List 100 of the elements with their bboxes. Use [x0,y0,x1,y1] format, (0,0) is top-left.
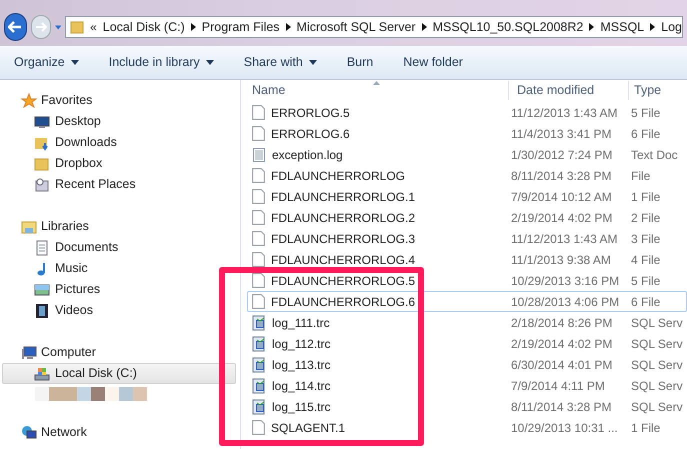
type-cell-text: 2 File [630,210,660,226]
file-icon [252,294,265,309]
separator-arrow-icon[interactable] [286,23,291,31]
toolbar-button[interactable]: New folder [403,53,463,72]
separator-arrow-icon[interactable] [589,23,594,31]
toolbar-button[interactable]: Share with [244,53,317,72]
file-icon [252,210,265,225]
type-cell-text: 6 File [630,294,660,310]
address-bar[interactable]: « Local Disk (C:) Program Files Microsoft SQL Server MSSQL10_50.SQL2008R2 MSSQL Log [65,16,683,38]
caret-icon [70,60,79,65]
file-name: ERRORLOG.5 [271,104,350,122]
column-header[interactable]: Name [247,81,508,100]
breadcrumb[interactable]: MSSQL [600,18,644,36]
folder-icon [70,20,84,34]
nav-item[interactable]: Pictures [2,279,236,300]
toolbar-button[interactable]: Organize [14,53,79,72]
nav-group[interactable]: Favorites [2,90,236,111]
music-note-icon [38,262,45,275]
file-row[interactable]: FDLAUNCHERRORLOG 8/11/2014 3:28 PM File [247,165,687,186]
column-header[interactable]: Date modified [508,81,628,100]
history-caret-icon[interactable] [54,24,62,30]
type-cell-text: File [630,168,650,184]
type-cell-text: 5 File [630,104,660,122]
nav-item[interactable]: Desktop [2,111,236,132]
nav-item[interactable]: Dropbox [2,153,236,174]
date-cell-text: 11/1/2013 9:38 AM [510,252,612,268]
file-row[interactable]: FDLAUNCHERRORLOG.1 7/9/2014 10:12 AM 1 File [247,186,687,207]
separator-arrow-icon[interactable] [190,23,196,31]
date-cell-text: 11/12/2013 1:43 AM [510,230,619,248]
breadcrumb[interactable]: Local Disk (C:) [102,18,185,36]
file-row[interactable]: ERRORLOG.5 11/12/2013 1:43 AM 5 File [247,102,687,123]
file-row[interactable]: log_114.trc 7/9/2014 4:11 PM SQL Serv [247,375,687,396]
date-cell-text: 7/9/2014 10:12 AM [510,188,613,206]
monitor-icon [34,116,50,128]
caret-icon [308,60,317,65]
nav-item[interactable]: Downloads [2,132,236,153]
type-cell-text: SQL Serv [630,336,683,352]
sort-arrow-icon [373,81,380,85]
breadcrumb[interactable]: Log [661,18,682,36]
document-icon [36,240,48,255]
file-row[interactable]: log_112.trc 2/19/2014 4:02 PM SQL Serv [247,333,687,354]
back-button[interactable] [4,13,27,41]
nav-group[interactable]: Network [2,422,236,443]
nav-item[interactable]: Recent Places [2,174,236,195]
toolbar-button[interactable]: Include in library [108,53,214,72]
file-icon [252,420,265,435]
file-row[interactable]: log_115.trc 8/11/2014 3:28 PM SQL Serv [247,396,687,417]
breadcrumb[interactable]: Program Files [202,18,280,36]
type-cell-text: SQL Serv [630,356,683,374]
nav-item[interactable]: Local Disk (C:) [2,363,236,384]
library-folder-icon [22,221,36,233]
file-name: FDLAUNCHERRORLOG [271,168,406,184]
file-row[interactable]: FDLAUNCHERRORLOG.2 2/19/2014 4:02 PM 2 File [247,207,687,228]
file-icon [252,273,265,288]
column-header[interactable]: Type [628,81,687,100]
file-row[interactable]: FDLAUNCHERRORLOG.3 11/12/2013 1:43 AM 3 File [247,228,687,249]
nav-item[interactable]: Documents [2,237,236,258]
nav-group[interactable]: Libraries [2,216,236,237]
file-row[interactable]: SQLAGENT.1 10/29/2013 10:31 ... 1 File [247,417,687,438]
nav-group[interactable]: Computer [2,342,236,363]
back-arrow-icon [8,21,22,33]
date-cell-text: 11/4/2013 3:41 PM [510,126,613,142]
file-icon [252,231,265,246]
file-name: FDLAUNCHERRORLOG.1 [271,188,416,206]
file-row[interactable]: FDLAUNCHERRORLOG.4 11/1/2013 9:38 AM 4 File [247,249,687,270]
file-name: log_114.trc [272,378,330,394]
folder-icon [34,158,48,170]
file-icon [252,189,265,204]
trace-file-icon [251,314,267,330]
overflow-chevron[interactable]: « [90,18,97,36]
trace-file-icon [251,356,267,372]
file-row[interactable]: FDLAUNCHERRORLOG.6 10/28/2013 4:06 PM 6 File [247,291,687,312]
file-name: FDLAUNCHERRORLOG.3 [271,230,416,248]
file-name: log_113.trc [272,356,330,374]
nav-item[interactable]: Music [2,258,236,279]
breadcrumb[interactable]: MSSQL10_50.SQL2008R2 [432,18,584,36]
separator-arrow-icon[interactable] [650,23,656,31]
file-row[interactable]: log_113.trc 6/30/2014 4:01 PM SQL Serv [247,354,687,375]
file-name: log_111.trc [272,314,330,332]
breadcrumb[interactable]: Microsoft SQL Server [296,18,416,36]
date-cell-text: 2/19/2014 4:02 PM [510,336,614,352]
type-cell-text: 5 File [630,272,660,290]
file-row[interactable]: exception.log 1/30/2012 7:24 PM Text Doc [247,144,687,165]
type-cell-text: 4 File [630,252,660,268]
date-cell-text: 7/9/2014 4:11 PM [510,378,606,394]
trace-file-icon [251,398,267,414]
separator-arrow-icon[interactable] [422,23,427,31]
file-row[interactable]: log_111.trc 2/18/2014 8:26 PM SQL Serv [247,312,687,333]
file-row[interactable]: ERRORLOG.6 11/4/2013 3:41 PM 6 File [247,123,687,144]
file-name: SQLAGENT.1 [271,420,346,436]
star-icon [21,92,37,108]
forward-arrow-icon [34,22,47,32]
date-cell-text: 1/30/2012 7:24 PM [510,146,614,164]
file-name: log_112.trc [272,336,330,352]
picture-icon [34,284,50,295]
nav-item[interactable]: Videos [2,300,236,321]
date-cell-text: 6/30/2014 4:01 PM [510,356,614,374]
file-row[interactable]: FDLAUNCHERRORLOG.5 10/29/2013 3:16 PM 5 File [247,270,687,291]
type-cell-text: SQL Serv [630,314,683,332]
toolbar-button[interactable]: Burn [346,53,374,72]
